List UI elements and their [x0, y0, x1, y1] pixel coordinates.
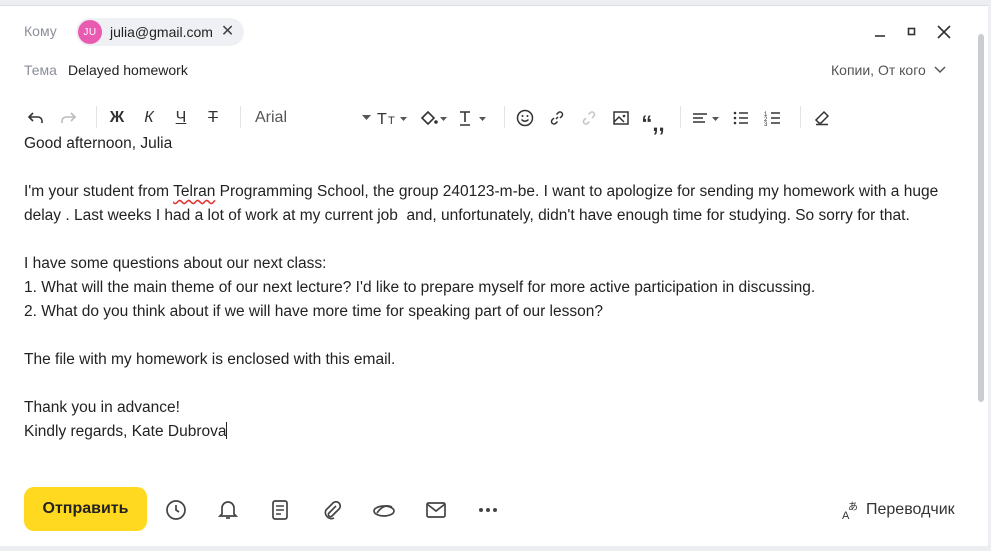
paragraph-apology: I'm your student from Telran Programming… [24, 183, 943, 224]
align-icon[interactable] [690, 104, 722, 132]
bell-icon[interactable] [214, 496, 242, 524]
translator-label: Переводчик [866, 501, 955, 518]
chevron-down-icon [934, 66, 946, 74]
restore-icon[interactable] [902, 22, 922, 42]
text-size-icon[interactable]: TT [376, 104, 410, 132]
remove-recipient-icon[interactable]: ✕ [221, 24, 234, 40]
recipient-email: julia@gmail.com [110, 24, 213, 40]
template-icon[interactable] [266, 496, 294, 524]
window-top-edge [0, 0, 991, 6]
to-row: Кому JU julia@gmail.com ✕ [24, 18, 991, 46]
clock-icon[interactable] [162, 496, 190, 524]
svg-text:3: 3 [764, 122, 768, 126]
minimize-icon[interactable] [870, 22, 890, 42]
translator-button[interactable]: Aあ Переводчик [842, 498, 955, 522]
more-icon[interactable] [474, 496, 502, 524]
redo-icon[interactable] [56, 104, 80, 132]
text-cursor [226, 422, 228, 439]
link-icon[interactable] [546, 104, 568, 132]
toolbar-divider [240, 106, 241, 128]
numbered-list-icon[interactable]: 123 [762, 104, 784, 132]
fill-color-icon[interactable] [418, 104, 450, 132]
svg-text:あ: あ [848, 501, 858, 513]
caret-down-icon [362, 115, 371, 120]
attachment-note: The file with my homework is enclosed wi… [24, 351, 396, 368]
questions-intro: I have some questions about our next cla… [24, 255, 327, 272]
undo-icon[interactable] [24, 104, 48, 132]
strikethrough-icon[interactable]: T [202, 104, 224, 132]
thanks-line: Thank you in advance! [24, 399, 180, 416]
recipient-chip[interactable]: JU julia@gmail.com ✕ [76, 18, 245, 46]
format-toolbar: Ж К Ч T Arial TT “,, 123 [24, 104, 844, 135]
signature-line: Kindly regards, Kate Dubrova [24, 422, 228, 440]
misspelled-word[interactable]: Telran [173, 183, 215, 200]
image-icon[interactable] [610, 104, 632, 132]
italic-icon[interactable]: К [138, 104, 160, 132]
font-family-value: Arial [255, 109, 288, 126]
close-icon[interactable] [934, 22, 954, 42]
subject-field[interactable]: Delayed homework [68, 62, 188, 78]
cc-from-label: Копии, От кого [831, 62, 926, 78]
toolbar-divider [800, 106, 801, 128]
send-button[interactable]: Отправить [24, 487, 147, 531]
cc-from-toggle[interactable]: Копии, От кого [831, 62, 946, 78]
text-color-icon[interactable] [456, 104, 490, 132]
translate-icon: Aあ [842, 501, 858, 520]
question-1: 1. What will the main theme of our next … [24, 279, 816, 296]
subject-label: Тема [24, 62, 57, 78]
to-label: Кому [24, 23, 57, 39]
bold-icon[interactable]: Ж [106, 104, 128, 132]
unlink-icon[interactable] [578, 104, 600, 132]
attach-icon[interactable] [318, 496, 346, 524]
emoji-icon[interactable] [514, 104, 536, 132]
question-2: 2. What do you think about if we will ha… [24, 303, 603, 320]
disk-icon[interactable] [370, 496, 398, 524]
window-bottom-edge [0, 546, 991, 551]
toolbar-divider [96, 106, 97, 128]
clear-format-icon[interactable] [812, 104, 834, 132]
underline-icon[interactable]: Ч [170, 104, 192, 132]
toolbar-divider [680, 106, 681, 128]
message-body[interactable]: Good afternoon, Julia I'm your student f… [24, 132, 964, 444]
font-family-select[interactable]: Arial [255, 104, 371, 132]
toolbar-divider [504, 106, 505, 128]
greeting-line: Good afternoon, Julia [24, 135, 173, 152]
bullet-list-icon[interactable] [730, 104, 752, 132]
body-scrollbar[interactable] [978, 34, 984, 402]
recipient-avatar: JU [78, 20, 102, 44]
envelope-icon[interactable] [422, 496, 450, 524]
svg-text:T: T [388, 115, 395, 126]
svg-text:T: T [377, 111, 387, 126]
